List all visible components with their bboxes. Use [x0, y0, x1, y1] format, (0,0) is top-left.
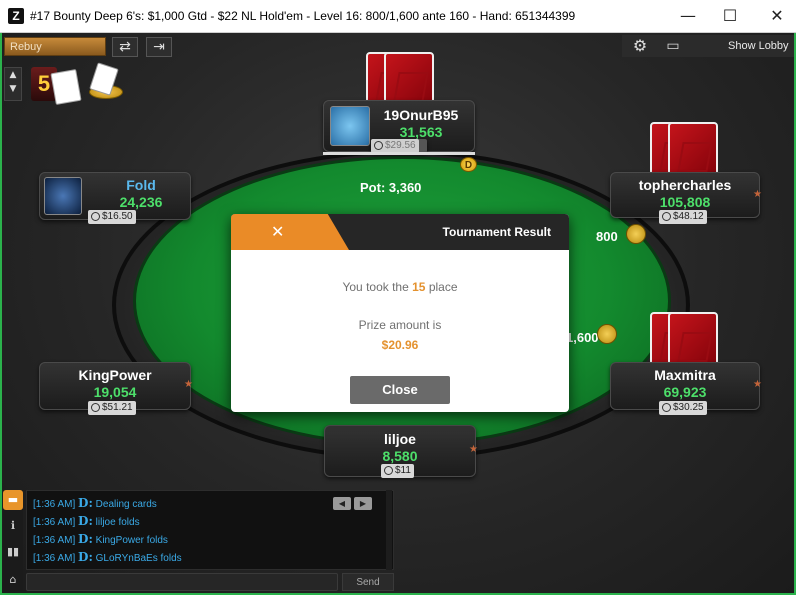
star-icon: ★: [184, 379, 193, 390]
dialog-close-icon[interactable]: ✕: [231, 214, 349, 250]
target-icon: [374, 141, 383, 150]
rebuy-button[interactable]: Rebuy: [4, 37, 106, 56]
player-stack: 69,923: [663, 384, 707, 400]
show-lobby-button[interactable]: Show Lobby: [728, 40, 789, 52]
bounty-amount: $48.12: [659, 210, 707, 224]
bounty-amount: $30.25: [659, 401, 707, 415]
player-name: Maxmitra: [654, 367, 716, 383]
seat-bottom[interactable]: liljoe 8,580 $11 ★: [324, 425, 478, 478]
player-stack: 19,054: [93, 384, 137, 400]
chat-line: [1:36 AM] D: KingPower folds: [33, 532, 168, 546]
stats-tab-icon[interactable]: ▮▮: [3, 542, 23, 562]
bounty-amount: $11: [381, 464, 414, 478]
seat-right[interactable]: tophercharles 105,808 $48.12 ★: [610, 172, 762, 224]
side-collapse-arrows[interactable]: ▲ ▼: [4, 67, 22, 101]
star-icon: ★: [753, 379, 762, 390]
target-icon: [91, 403, 100, 412]
pot-label: Pot: 3,360: [360, 180, 422, 195]
promo-badges[interactable]: 5: [27, 62, 127, 108]
bounty-amount: $16.50: [88, 210, 136, 224]
minimize-button[interactable]: —: [676, 6, 700, 26]
notes-tab-icon[interactable]: ⌂: [3, 570, 23, 590]
chat-prev-icon[interactable]: ◀: [333, 497, 351, 510]
poker-client-window: Z #17 Bounty Deep 6's: $1,000 Gtd - $22 …: [0, 0, 796, 595]
bet-amount-right: 800: [596, 229, 618, 244]
chip-stack-icon: [597, 324, 617, 344]
player-stack: 24,236: [119, 194, 163, 210]
chat-line: [1:36 AM] D: GLoRYnBaEs folds: [33, 550, 182, 564]
bounty-amount: $51.21: [88, 401, 136, 415]
player-stack: 8,580: [382, 448, 418, 464]
bounty-tag-top: $29.56: [371, 139, 427, 153]
bounty-amount: $29.56: [371, 139, 419, 153]
chat-line: [1:36 AM] D: Dealing cards: [33, 496, 157, 510]
player-name: liljoe: [384, 431, 416, 447]
action-timer-bar: [323, 152, 475, 155]
bet-amount-right-2: 1,600: [566, 330, 599, 345]
target-icon: [662, 212, 671, 221]
info-tab-icon[interactable]: ℹ: [3, 516, 23, 536]
title-bar: Z #17 Bounty Deep 6's: $1,000 Gtd - $22 …: [0, 0, 796, 33]
maximize-button[interactable]: ☐: [718, 6, 742, 26]
chat-input[interactable]: [26, 573, 338, 591]
close-button[interactable]: Close: [350, 376, 450, 404]
chat-tab-icon[interactable]: ▬: [3, 490, 23, 510]
target-icon: [91, 212, 100, 221]
chat-pager: ◀ ▶: [333, 497, 373, 510]
close-window-button[interactable]: ✕: [765, 6, 789, 26]
player-name: KingPower: [78, 367, 152, 383]
chat-scrollbar[interactable]: [386, 490, 392, 570]
dialog-title: Tournament Result: [442, 225, 551, 239]
seat-bottom-left[interactable]: KingPower 19,054 $51.21 ★: [39, 362, 193, 415]
table-view-icon[interactable]: ▭: [660, 37, 686, 57]
chip-stack-icon: [626, 224, 646, 244]
tournament-result-dialog: ✕ Tournament Result You took the 15 plac…: [231, 214, 569, 412]
window-title: #17 Bounty Deep 6's: $1,000 Gtd - $22 NL…: [30, 9, 576, 23]
seat-bottom-right[interactable]: Maxmitra 69,923 $30.25 ★: [610, 362, 762, 415]
settings-gear-icon[interactable]: ⚙: [627, 37, 653, 57]
player-stack: 31,563: [399, 124, 443, 140]
refresh-icon[interactable]: ⇄: [112, 37, 138, 57]
exit-table-icon[interactable]: ⇥: [146, 37, 172, 57]
player-name: 19OnurB95: [383, 107, 459, 123]
chat-line: [1:36 AM] D: liljoe folds: [33, 514, 140, 528]
target-icon: [384, 466, 393, 475]
star-icon: ★: [469, 444, 478, 455]
star-icon: ★: [753, 189, 762, 200]
player-name: tophercharles: [638, 177, 732, 193]
prize-label: Prize amount is: [358, 318, 442, 332]
cards-badge-icon: [50, 68, 82, 106]
chat-tab-bar: ▬ ℹ ▮▮ ⌂: [3, 490, 23, 590]
app-logo-icon: Z: [8, 8, 24, 24]
dialog-header: ✕ Tournament Result: [231, 214, 569, 250]
seat-left[interactable]: Fold 24,236 $16.50: [39, 172, 191, 224]
chevron-down-icon[interactable]: ▼: [5, 82, 21, 96]
finish-place: 15: [412, 280, 426, 294]
place-message: You took the 15 place: [342, 280, 458, 294]
dealer-button-icon: D: [460, 157, 477, 172]
chips-badge-icon[interactable]: [85, 62, 125, 103]
player-stack: 105,808: [659, 194, 711, 210]
send-button[interactable]: Send: [342, 573, 394, 591]
target-icon: [662, 403, 671, 412]
prize-amount: $20.96: [381, 338, 419, 352]
player-name: Fold: [126, 177, 156, 193]
chevron-up-icon[interactable]: ▲: [5, 68, 21, 82]
chat-next-icon[interactable]: ▶: [354, 497, 372, 510]
